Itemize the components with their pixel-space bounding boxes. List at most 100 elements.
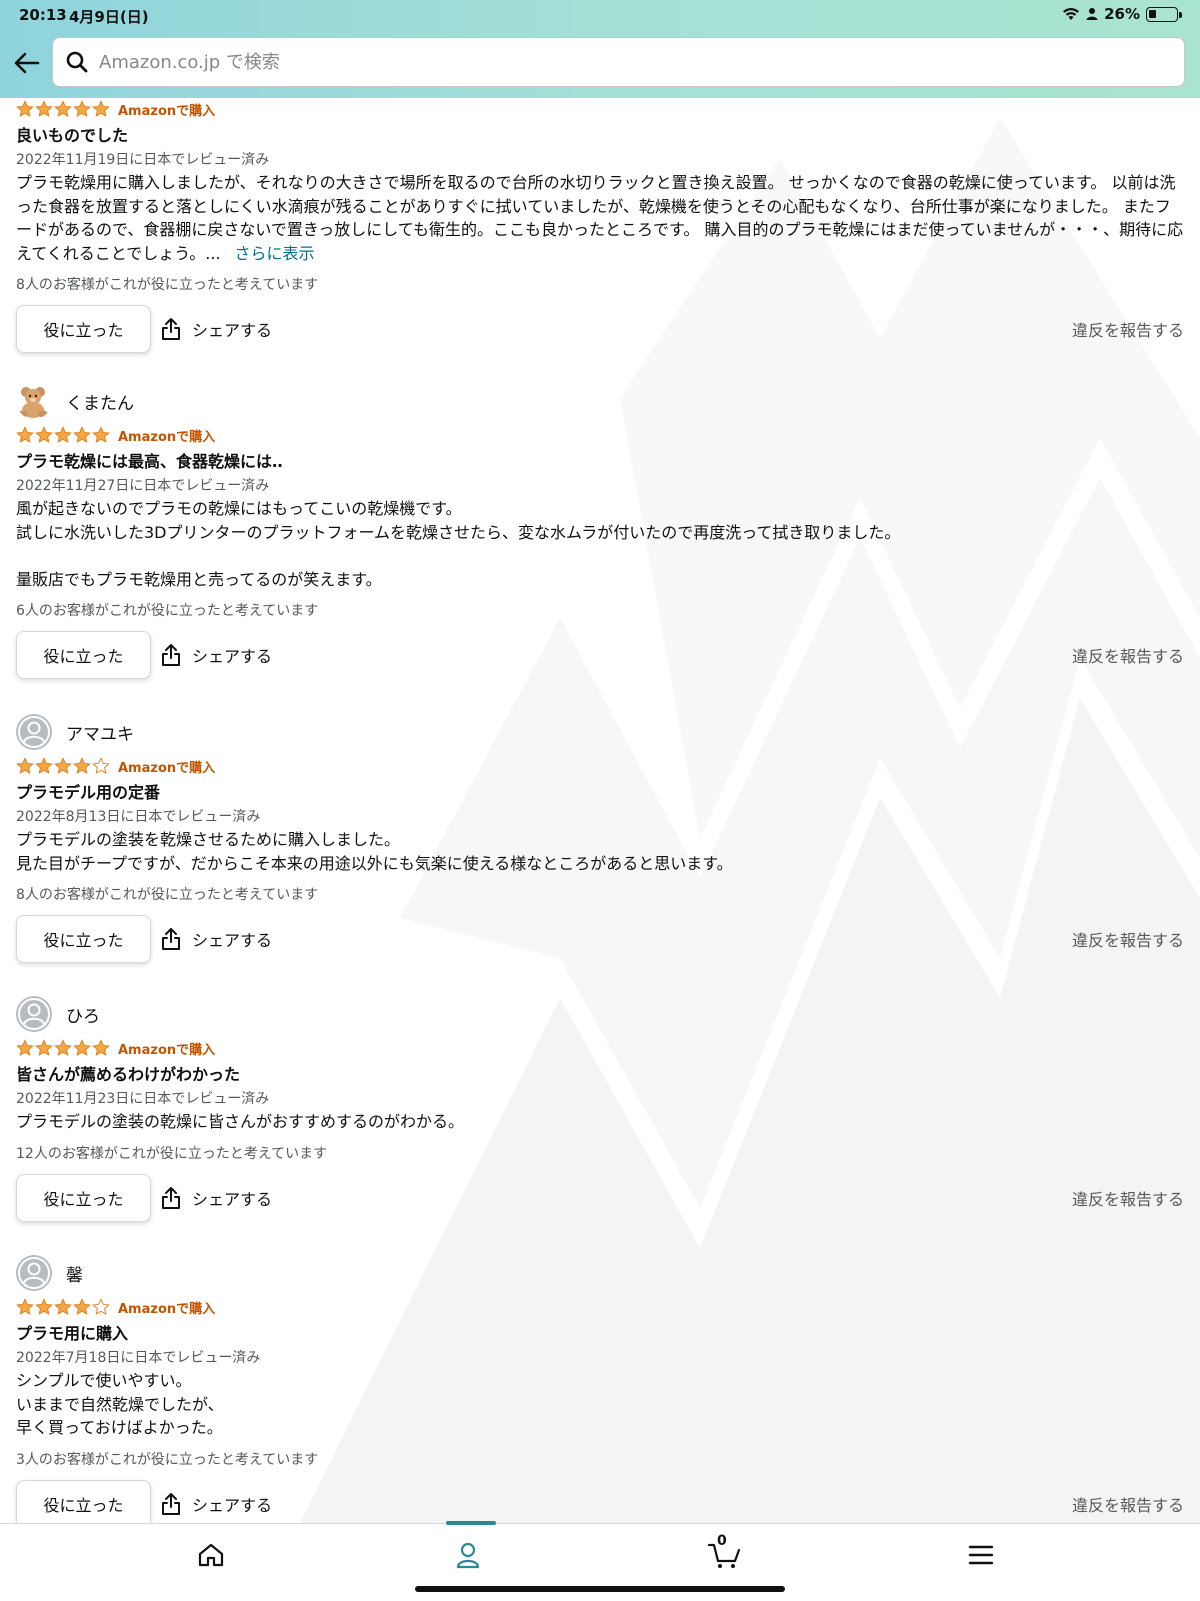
search-bar[interactable] [52, 37, 1185, 87]
star-filled-icon [54, 100, 72, 117]
review-card: くまたん Amazonで購入 プラモ乾燥には最高、食器乾燥には‥ 2022年11… [16, 383, 1184, 681]
review-body: プラモ乾燥用に購入しましたが、それなりの大きさで場所を取るので台所の水切りラック… [16, 171, 1184, 265]
battery-fill [1149, 9, 1156, 18]
helpful-button[interactable]: 役に立った [16, 305, 151, 353]
reviewer: ひろ [16, 996, 1184, 1032]
review-date: 2022年11月23日に日本でレビュー済み [16, 1091, 270, 1107]
star-filled-icon [92, 1039, 110, 1056]
star-filled-icon [54, 1298, 72, 1315]
star-filled-icon [35, 100, 53, 117]
star-filled-icon [35, 1039, 53, 1056]
share-button[interactable]: シェアする [160, 1480, 272, 1524]
cart-count: 0 [717, 1533, 727, 1549]
star-filled-icon [54, 426, 72, 443]
default-avatar-icon [18, 716, 50, 748]
share-label: シェアする [192, 1495, 273, 1515]
star-rating [16, 1298, 110, 1316]
helpful-button[interactable]: 役に立った [16, 631, 151, 679]
star-filled-icon [54, 757, 72, 774]
verified-purchase-badge: Amazonで購入 [118, 429, 216, 445]
status-indicators: 26% [1062, 5, 1182, 23]
reviewer-avatar [16, 714, 52, 750]
review-card: ひろ Amazonで購入 皆さんが薦めるわけがわかった 2022年11月23日に… [16, 996, 1184, 1224]
nav-menu[interactable] [951, 1524, 1011, 1586]
report-abuse-link[interactable]: 違反を報告する [1072, 1492, 1184, 1516]
rating-line: Amazonで購入 [16, 1297, 1184, 1317]
battery-icon [1146, 6, 1182, 22]
share-label: シェアする [192, 931, 273, 950]
search-icon [65, 49, 91, 75]
helpful-button[interactable]: 役に立った [16, 1173, 151, 1222]
reviewer: 馨 [16, 1255, 1184, 1291]
star-filled-icon [92, 426, 110, 443]
share-button[interactable]: シェアする [160, 1174, 272, 1222]
review-body: シンプルで使いやすい。 いままで自然乾燥でしたが、 早く買っておけばよかった。 [16, 1371, 224, 1437]
review-card: Amazonで購入 良いものでした 2022年11月19日に日本でレビュー済み … [16, 99, 1184, 355]
share-button[interactable]: シェアする [160, 305, 272, 353]
nav-home[interactable] [181, 1524, 241, 1586]
verified-purchase-badge: Amazonで購入 [118, 103, 216, 119]
read-more-link[interactable]: さらに表示 [235, 244, 315, 263]
helpful-count: 12人のお客様がこれが役に立ったと考えています [16, 1145, 328, 1162]
rating-line: Amazonで購入 [16, 425, 1184, 445]
reviewer-name: くまたん [66, 393, 134, 414]
review-date: 2022年11月19日に日本でレビュー済み [16, 152, 270, 168]
review-text: プラモ乾燥用に購入しましたが、それなりの大きさで場所を取るので台所の水切りラック… [16, 173, 1184, 263]
nav-account[interactable] [438, 1524, 498, 1586]
review-card: 馨 Amazonで購入 プラモ用に購入 2022年7月18日に日本でレビュー済み… [16, 1255, 1184, 1523]
report-abuse-link[interactable]: 違反を報告する [1072, 927, 1184, 951]
review-title: プラモ用に購入 [16, 1324, 129, 1343]
star-rating [16, 100, 110, 118]
review-body: プラモデルの塗装の乾燥に皆さんがおすすめするのがわかる。 [16, 1112, 465, 1131]
star-rating [16, 426, 110, 444]
star-filled-icon [73, 1298, 91, 1315]
menu-icon [968, 1545, 994, 1565]
helpful-button[interactable]: 役に立った [16, 1479, 151, 1523]
review-date: 2022年11月27日に日本でレビュー済み [16, 478, 270, 494]
reviews-list: Amazonで購入 良いものでした 2022年11月19日に日本でレビュー済み … [0, 98, 1200, 1523]
share-icon [162, 928, 180, 950]
review-actions: 役に立った シェアする 違反を報告する [16, 1479, 1184, 1524]
rating-line: Amazonで購入 [16, 1038, 1184, 1058]
share-icon [162, 1186, 180, 1209]
helpful-count: 8人のお客様がこれが役に立ったと考えています [16, 887, 319, 903]
share-button[interactable]: シェアする [160, 915, 272, 963]
share-icon [162, 1492, 180, 1515]
review-title: プラモデル用の定番 [16, 783, 161, 802]
star-filled-icon [16, 1298, 34, 1315]
back-arrow-icon [14, 52, 40, 74]
star-filled-icon [35, 1298, 53, 1315]
status-date: 4月9日(日) [69, 8, 149, 26]
review-date: 2022年8月13日に日本でレビュー済み [16, 809, 261, 825]
wifi-icon [1063, 8, 1080, 20]
rating-line: Amazonで購入 [16, 99, 1184, 119]
home-icon [198, 1543, 224, 1567]
search-input[interactable] [99, 51, 1159, 73]
review-body: プラモデルの塗装を乾燥させるために購入しました。 見た目がチープですが、だからこ… [16, 830, 733, 873]
share-icon [162, 644, 180, 666]
review-title: 皆さんが薦めるわけがわかった [16, 1065, 241, 1084]
default-avatar-icon [18, 1257, 50, 1289]
person-icon [1086, 8, 1098, 20]
reviewer-avatar [16, 1255, 52, 1291]
star-filled-icon [92, 100, 110, 117]
review-actions: 役に立った シェアする 違反を報告する [16, 631, 1184, 681]
report-abuse-link[interactable]: 違反を報告する [1072, 317, 1184, 341]
report-abuse-link[interactable]: 違反を報告する [1072, 1186, 1184, 1210]
report-abuse-link[interactable]: 違反を報告する [1072, 643, 1184, 667]
reviewer-name: アマユキ [66, 724, 134, 745]
review-actions: 役に立った シェアする 違反を報告する [16, 305, 1184, 355]
helpful-button[interactable]: 役に立った [16, 915, 151, 963]
status-time: 20:13 [19, 6, 67, 24]
reviewer-avatar [16, 996, 52, 1032]
bear-avatar-icon [18, 387, 48, 418]
home-indicator [415, 1586, 785, 1592]
reviewer-name: 馨 [66, 1265, 83, 1286]
star-rating [16, 1039, 110, 1057]
helpful-count: 3人のお客様がこれが役に立ったと考えています [16, 1451, 319, 1468]
star-filled-icon [16, 100, 34, 117]
share-button[interactable]: シェアする [160, 631, 272, 679]
back-button[interactable] [10, 46, 44, 80]
star-filled-icon [54, 1039, 72, 1056]
star-filled-icon [35, 757, 53, 774]
